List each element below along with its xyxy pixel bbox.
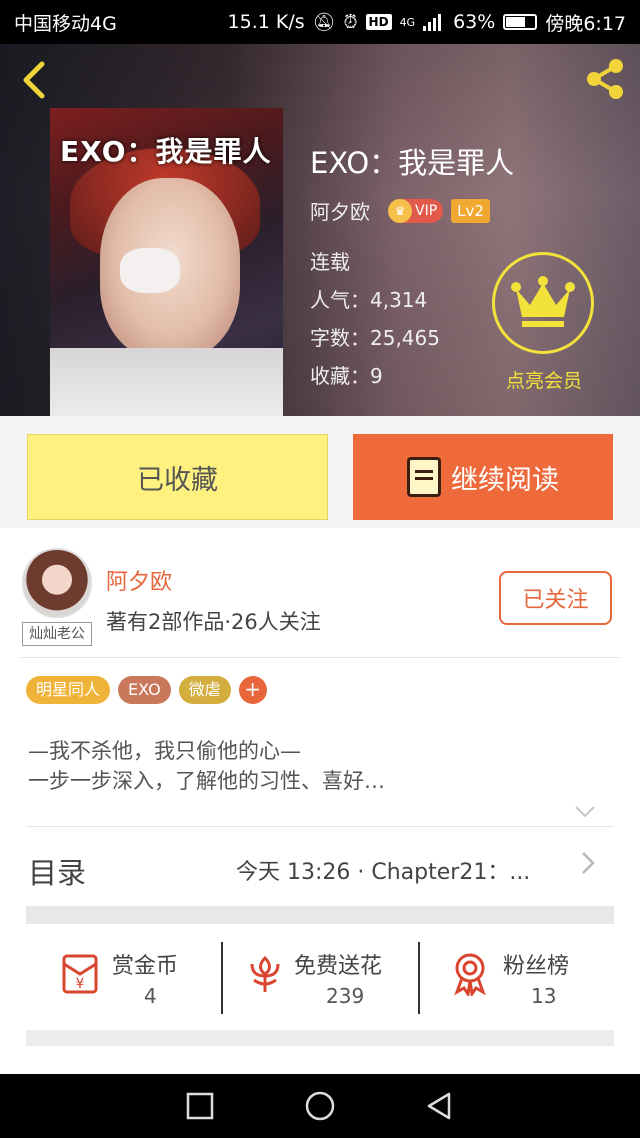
crown-icon — [511, 276, 575, 327]
stat-separator — [418, 942, 420, 1014]
red-envelope-icon: ¥ — [62, 954, 98, 994]
level-badge: Lv2 — [451, 198, 490, 223]
latest-chapter: 今天 13:26 · Chapter21：... — [236, 860, 531, 885]
status-indicators: 15.1 K/s 🔕︎ ⏰︎ HD 4G 63% 傍晚6:17 — [228, 9, 626, 36]
member-label[interactable]: 点亮会员 — [485, 366, 603, 393]
reward-coins[interactable]: ¥ 赏金币 4 — [26, 930, 222, 1026]
section-separator — [26, 906, 614, 924]
stat-separator — [221, 942, 223, 1014]
share-button[interactable] — [582, 56, 628, 102]
battery-icon — [503, 14, 538, 30]
tag-list: 明星同人 EXO 微虐 + — [26, 676, 267, 704]
clock: 傍晚6:17 — [545, 12, 626, 35]
avatar[interactable] — [22, 548, 92, 618]
home-icon[interactable] — [304, 1090, 336, 1122]
follow-button[interactable]: 已关注 — [499, 571, 612, 625]
flower-icon — [250, 955, 280, 992]
member-button[interactable] — [492, 252, 594, 354]
tag-item[interactable]: 明星同人 — [26, 676, 111, 704]
recent-apps-icon[interactable] — [185, 1091, 215, 1121]
tag-item[interactable]: 微虐 — [178, 676, 231, 704]
book-author-row: 阿夕欧 ♛ VIP Lv2 — [310, 196, 490, 225]
reward-label: 赏金币 — [112, 954, 179, 979]
status-bar: 中国移动4G 15.1 K/s 🔕︎ ⏰︎ HD 4G 63% 傍晚6:17 — [0, 0, 640, 44]
section-separator — [26, 1030, 614, 1046]
fans-label: 粉丝榜 — [503, 954, 570, 979]
favorited-button[interactable]: 已收藏 — [27, 434, 328, 520]
avatar-tag: 灿灿老公 — [22, 622, 92, 646]
alarm-icon: ⏰︎ — [343, 11, 358, 33]
svg-text:¥: ¥ — [76, 976, 85, 992]
medal-icon — [454, 953, 486, 996]
carrier-label: 中国移动4G — [14, 12, 117, 35]
description-line: 一步一步深入，了解他的习性、喜好… — [28, 769, 385, 793]
book-title: EXO：我是罪人 — [310, 146, 515, 180]
battery-percent: 63% — [453, 11, 496, 33]
toc-row[interactable]: 目录 今天 13:26 · Chapter21：... — [0, 836, 640, 902]
mute-icon: 🔕︎ — [312, 11, 336, 33]
network-type: 4G — [399, 15, 416, 29]
network-speed: 15.1 K/s — [227, 11, 305, 33]
book-popularity: 人气：4,314 — [310, 288, 428, 312]
book-cover[interactable]: EXO：我是罪人 — [50, 108, 283, 416]
flowers-value: 239 — [326, 984, 365, 1008]
book-favorites: 收藏：9 — [310, 364, 383, 388]
chevron-down-icon[interactable] — [574, 800, 596, 824]
system-nav-bar — [0, 1074, 640, 1138]
description-line: —我不杀他，我只偷他的心— — [28, 739, 301, 763]
book-author[interactable]: 阿夕欧 — [310, 196, 370, 225]
chevron-right-icon — [580, 850, 596, 883]
back-icon[interactable] — [425, 1091, 455, 1121]
book-status: 连载 — [310, 250, 350, 274]
book-word-count: 字数：25,465 — [310, 326, 440, 350]
author-name[interactable]: 阿夕欧 — [106, 564, 172, 596]
back-arrow-icon — [23, 61, 45, 99]
free-flowers[interactable]: 免费送花 239 — [224, 930, 418, 1026]
flowers-label: 免费送花 — [294, 954, 383, 979]
book-icon — [407, 457, 441, 497]
fan-ranking[interactable]: 粉丝榜 13 — [421, 930, 614, 1026]
author-stats: 著有2部作品·26人关注 — [106, 610, 321, 634]
fans-value: 13 — [531, 984, 557, 1008]
book-description[interactable]: —我不杀他，我只偷他的心— 一步一步深入，了解他的习性、喜好… — [28, 736, 608, 796]
author-card: 灿灿老公 阿夕欧 著有2部作品·26人关注 已关注 — [0, 528, 640, 658]
toc-label: 目录 — [28, 856, 87, 890]
add-tag-button[interactable]: + — [238, 676, 267, 704]
continue-reading-label: 继续阅读 — [451, 464, 559, 496]
hd-icon: HD — [365, 14, 392, 30]
share-icon — [587, 59, 623, 99]
continue-reading-button[interactable]: 继续阅读 — [353, 434, 613, 520]
signal-icon — [423, 14, 442, 31]
vip-badge: ♛ VIP — [388, 198, 444, 223]
stats-bar: ¥ 赏金币 4 免费送花 239 粉丝榜 13 — [26, 930, 614, 1026]
divider — [26, 826, 614, 827]
tag-item[interactable]: EXO — [118, 676, 171, 704]
crown-icon: ♛ — [388, 198, 412, 223]
cover-title: EXO：我是罪人 — [60, 135, 272, 168]
reward-value: 4 — [144, 984, 157, 1008]
book-header: EXO：我是罪人 EXO：我是罪人 阿夕欧 ♛ VIP Lv2 连载 人气：4,… — [0, 44, 640, 416]
action-bar: 已收藏 继续阅读 — [0, 416, 640, 528]
divider — [20, 657, 620, 658]
back-button[interactable] — [16, 58, 56, 99]
